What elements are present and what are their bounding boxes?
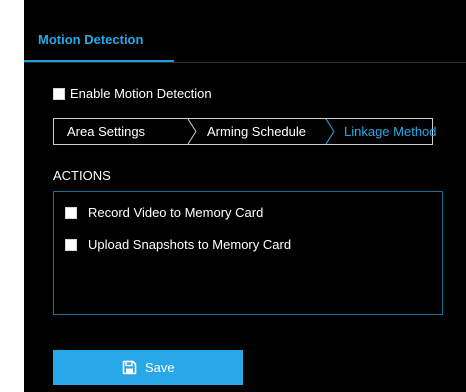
record-video-label: Record Video to Memory Card [88, 205, 264, 220]
save-button[interactable]: Save [53, 350, 243, 385]
tab-motion-detection[interactable]: Motion Detection [24, 0, 174, 62]
save-button-content: Save [122, 360, 175, 375]
upload-snapshots-checkbox[interactable] [65, 239, 77, 251]
actions-heading: ACTIONS [53, 168, 111, 183]
tab-bar: Motion Detection [24, 0, 466, 63]
chevron-right-icon [187, 119, 197, 144]
save-button-label: Save [145, 360, 175, 375]
enable-motion-detection-checkbox[interactable] [53, 88, 65, 100]
step-arming-schedule[interactable]: Arming Schedule [207, 119, 306, 144]
step-linkage-method[interactable]: Linkage Method [344, 119, 437, 144]
enable-motion-detection-label: Enable Motion Detection [70, 86, 212, 101]
floppy-disk-icon [122, 360, 137, 375]
tab-motion-detection-label: Motion Detection [38, 32, 144, 47]
record-video-checkbox[interactable] [65, 207, 77, 219]
step-area-settings[interactable]: Area Settings [67, 119, 145, 144]
chevron-right-icon [325, 119, 335, 144]
upload-snapshots-label: Upload Snapshots to Memory Card [88, 237, 292, 252]
actions-box: Record Video to Memory Card Upload Snaps… [53, 191, 443, 315]
step-navigation: Area Settings Arming Schedule Linkage Me… [53, 118, 437, 145]
motion-detection-panel: Motion Detection Enable Motion Detection… [24, 0, 466, 392]
